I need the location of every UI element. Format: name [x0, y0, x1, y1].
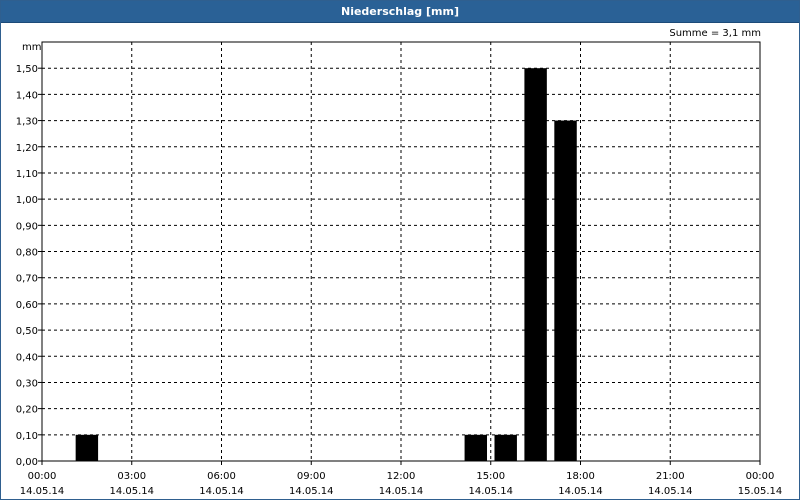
chart-canvas: mm Summe = 3,1 mm 0,00 0,10 0,20 0,30 0,40 0,… — [16, 28, 783, 497]
x-tick-time: 15:00 — [476, 471, 505, 482]
labels: mm Summe = 3,1 mm 0,00 0,10 0,20 0,30 0,40 0,… — [16, 28, 783, 497]
y-tick-label: 0,60 — [16, 300, 38, 311]
x-tick-date: 14.05.14 — [558, 486, 603, 497]
bar — [75, 434, 99, 461]
x-tick-date: 14.05.14 — [648, 486, 693, 497]
x-tick-time: 09:00 — [297, 471, 326, 482]
x-tick-date: 14.05.14 — [20, 486, 65, 497]
x-tick-time: 21:00 — [656, 471, 685, 482]
x-tick-time: 00:00 — [746, 471, 775, 482]
bar — [554, 120, 577, 461]
y-tick-label: 0,90 — [16, 221, 38, 232]
bars — [75, 68, 577, 461]
x-tick-time: 00:00 — [28, 471, 57, 482]
y-tick-label: 0,70 — [16, 274, 38, 285]
bar — [464, 434, 488, 461]
y-tick-label: 0,50 — [16, 326, 38, 337]
y-tick-label: 1,00 — [16, 195, 38, 206]
bar — [494, 434, 517, 461]
y-axis-label: mm — [22, 42, 41, 53]
x-tick-date: 14.05.14 — [468, 486, 513, 497]
x-tick-date: 14.05.14 — [289, 486, 334, 497]
y-tick-label: 0,20 — [16, 405, 38, 416]
y-tick-label: 0,40 — [16, 352, 38, 363]
y-tick-label: 1,40 — [16, 90, 38, 101]
x-tick-time: 03:00 — [117, 471, 146, 482]
sum-annotation: Summe = 3,1 mm — [669, 28, 761, 39]
x-tick-time: 18:00 — [566, 471, 595, 482]
y-tick-label: 1,10 — [16, 169, 38, 180]
y-tick-label: 0,00 — [16, 457, 38, 468]
axes — [38, 41, 761, 465]
y-tick-label: 0,10 — [16, 431, 38, 442]
grid — [42, 42, 760, 461]
y-tick-label: 0,30 — [16, 378, 38, 389]
bar — [524, 68, 547, 461]
x-tick-date: 14.05.14 — [379, 486, 424, 497]
y-tick-label: 1,20 — [16, 143, 38, 154]
x-tick-date: 14.05.14 — [109, 486, 154, 497]
y-tick-label: 0,80 — [16, 248, 38, 259]
y-tick-label: 1,30 — [16, 117, 38, 128]
x-tick-time: 12:00 — [387, 471, 416, 482]
x-tick-date: 15.05.14 — [738, 486, 783, 497]
x-tick-date: 14.05.14 — [199, 486, 244, 497]
y-tick-label: 1,50 — [16, 64, 38, 75]
x-tick-time: 06:00 — [207, 471, 236, 482]
